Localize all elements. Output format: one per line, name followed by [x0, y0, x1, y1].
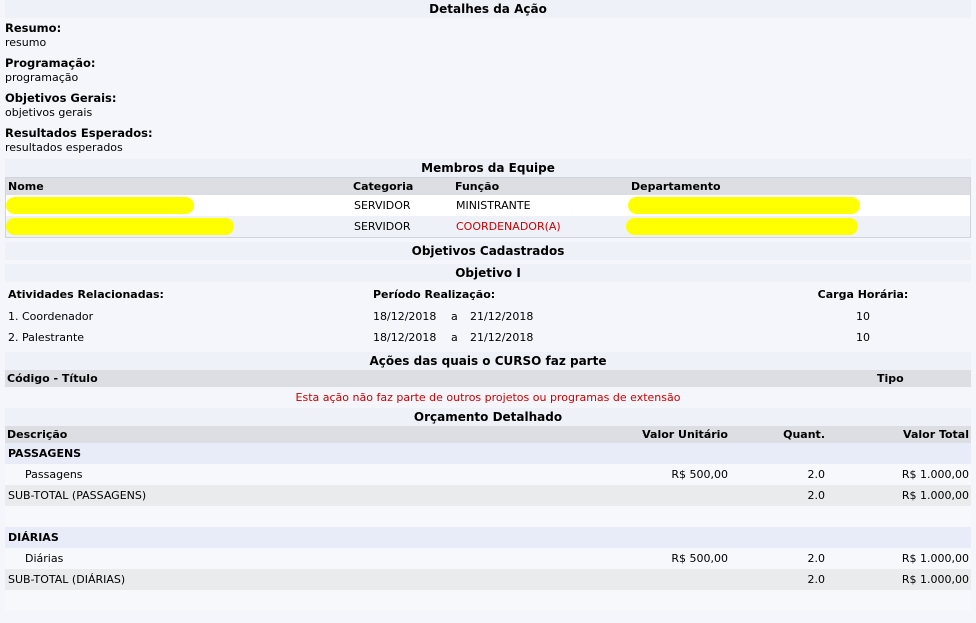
periodo-inicio: 18/12/2018	[373, 331, 437, 344]
col-header-nome: Nome	[8, 180, 44, 193]
section-title-acoes: Ações das quais o CURSO faz parte	[5, 352, 971, 370]
section-title-detalhes: Detalhes da Ação	[5, 0, 971, 18]
carga: 10	[856, 310, 870, 323]
member-departamento-cell	[628, 195, 970, 216]
col-header-descricao: Descrição	[7, 428, 68, 441]
detail-label: Objetivos Gerais:	[5, 91, 117, 105]
budget-item-unit: R$ 500,00	[671, 552, 728, 565]
acoes-header-row: Código - Título Tipo	[5, 370, 971, 387]
details-block: Resumo: resumo Programação: programação …	[0, 21, 976, 155]
objetivo-row: 2. Palestrante 18/12/2018 a 21/12/2018 1…	[5, 327, 971, 348]
col-header-periodo: Período Realização:	[373, 288, 496, 301]
periodo-fim: 21/12/2018	[470, 331, 534, 344]
section-title-objetivos: Objetivos Cadastrados	[5, 242, 971, 260]
budget-item-quant: 2.0	[807, 552, 826, 565]
budget-subtotal-unit	[530, 569, 730, 590]
col-header-departamento: Departamento	[631, 180, 721, 193]
team-header-row: Nome Categoria Função Departamento	[6, 178, 970, 195]
periodo-sep: a	[451, 331, 458, 344]
col-header-carga: Carga Horária:	[817, 288, 909, 301]
periodo: 18/12/2018 a 21/12/2018	[373, 306, 813, 327]
redacted-highlight	[628, 197, 860, 214]
periodo-fim: 21/12/2018	[470, 310, 534, 323]
budget-subtotal-total: R$ 1.000,00	[901, 489, 969, 502]
budget-spacer-row	[5, 506, 971, 527]
budget-item-quant: 2.0	[807, 468, 826, 481]
budget-subtotal-row: SUB-TOTAL (PASSAGENS) 2.0 R$ 1.000,00	[5, 485, 971, 506]
section-title-membros: Membros da Equipe	[5, 159, 971, 177]
budget-subtotal-quant: 2.0	[807, 573, 826, 586]
orcamento-header-row: Descrição Valor Unitário Quant. Valor To…	[5, 426, 971, 443]
budget-subtotal-total: R$ 1.000,00	[901, 573, 969, 586]
col-header-quant: Quant.	[783, 428, 825, 441]
budget-item-row: Diárias R$ 500,00 2.0 R$ 1.000,00	[5, 548, 971, 569]
redacted-highlight	[626, 218, 858, 235]
detail-label: Resumo:	[5, 21, 62, 35]
budget-item-total: R$ 1.000,00	[901, 468, 969, 481]
col-header-atividades: Atividades Relacionadas:	[8, 288, 164, 301]
atividade: 2. Palestrante	[8, 331, 85, 344]
redacted-highlight	[6, 197, 194, 214]
detail-resultados: Resultados Esperados: resultados esperad…	[5, 126, 976, 155]
member-funcao: MINISTRANTE	[456, 199, 531, 212]
action-details-page: Detalhes da Ação Resumo: resumo Programa…	[0, 0, 976, 623]
detail-label: Resultados Esperados:	[5, 126, 153, 140]
detail-value: objetivos gerais	[5, 106, 93, 119]
col-header-valor-total: Valor Total	[903, 428, 969, 441]
section-title-objetivo-i: Objetivo I	[5, 264, 971, 282]
member-funcao: COORDENADOR(A)	[456, 220, 561, 233]
member-categoria: SERVIDOR	[354, 220, 411, 233]
member-name-cell	[6, 216, 353, 237]
periodo: 18/12/2018 a 21/12/2018	[373, 327, 813, 348]
budget-subtotal-desc: SUB-TOTAL (DIÁRIAS)	[8, 573, 126, 586]
member-departamento-cell	[626, 216, 970, 237]
periodo-inicio: 18/12/2018	[373, 310, 437, 323]
budget-item-row: Passagens R$ 500,00 2.0 R$ 1.000,00	[5, 464, 971, 485]
budget-subtotal-quant: 2.0	[807, 489, 826, 502]
detail-label: Programação:	[5, 56, 96, 70]
objetivos-header-row: Atividades Relacionadas: Período Realiza…	[5, 284, 971, 306]
budget-subtotal-row: SUB-TOTAL (DIÁRIAS) 2.0 R$ 1.000,00	[5, 569, 971, 590]
detail-programacao: Programação: programação	[5, 56, 976, 85]
member-name-cell	[6, 195, 353, 216]
budget-group-row: PASSAGENS	[5, 443, 971, 464]
col-header-valor-unitario: Valor Unitário	[642, 428, 728, 441]
acoes-empty-message: Esta ação não faz parte de outros projet…	[295, 391, 681, 404]
objetivo-row: 1. Coordenador 18/12/2018 a 21/12/2018 1…	[5, 306, 971, 327]
budget-subtotal-desc: SUB-TOTAL (PASSAGENS)	[8, 489, 147, 502]
team-row: SERVIDOR MINISTRANTE	[6, 195, 970, 216]
budget-item-desc: Diárias	[25, 552, 64, 565]
col-header-funcao: Função	[455, 180, 500, 193]
team-row: SERVIDOR COORDENADOR(A)	[6, 216, 970, 237]
budget-spacer-row	[5, 590, 971, 611]
budget-item-desc: Passagens	[25, 468, 83, 481]
objetivos-table: Atividades Relacionadas: Período Realiza…	[5, 284, 971, 348]
atividade: 1. Coordenador	[8, 310, 94, 323]
budget-item-unit: R$ 500,00	[671, 468, 728, 481]
carga: 10	[856, 331, 870, 344]
member-categoria: SERVIDOR	[354, 199, 411, 212]
budget-group-name: DIÁRIAS	[8, 531, 59, 544]
team-table: Nome Categoria Função Departamento SERVI…	[5, 177, 971, 238]
col-header-categoria: Categoria	[353, 180, 414, 193]
col-header-codigo: Código - Título	[7, 372, 98, 385]
detail-value: resultados esperados	[5, 141, 123, 154]
budget-group-name: PASSAGENS	[8, 447, 82, 460]
detail-value: programação	[5, 71, 79, 84]
detail-value: resumo	[5, 36, 47, 49]
col-header-tipo: Tipo	[877, 372, 904, 385]
redacted-highlight	[6, 218, 234, 235]
budget-item-total: R$ 1.000,00	[901, 552, 969, 565]
budget-group-row: DIÁRIAS	[5, 527, 971, 548]
budget-subtotal-unit	[530, 485, 730, 506]
detail-resumo: Resumo: resumo	[5, 21, 976, 50]
detail-objetivos-gerais: Objetivos Gerais: objetivos gerais	[5, 91, 976, 120]
orcamento-table: PASSAGENS Passagens R$ 500,00 2.0 R$ 1.0…	[5, 443, 971, 611]
section-title-orcamento: Orçamento Detalhado	[5, 408, 971, 426]
periodo-sep: a	[451, 310, 458, 323]
